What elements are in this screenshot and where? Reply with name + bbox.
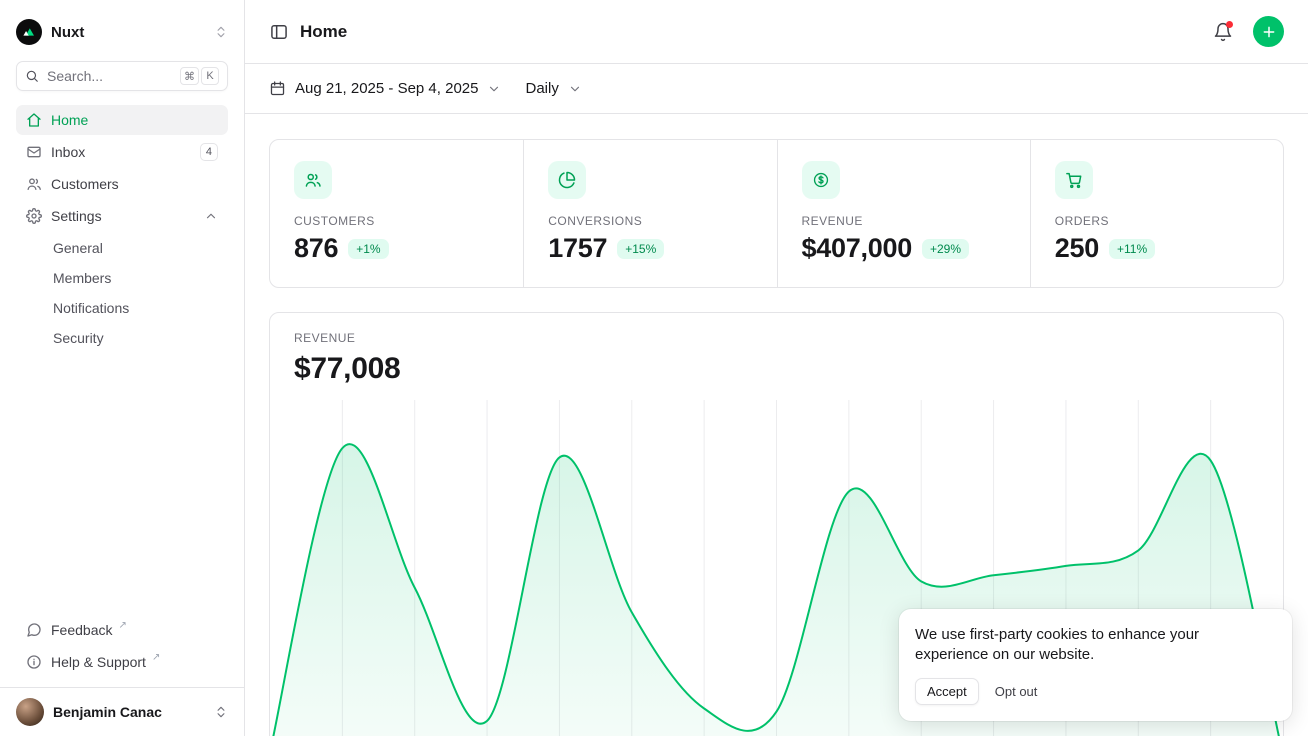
filters-toolbar: Aug 21, 2025 - Sep 4, 2025 Daily <box>245 64 1308 114</box>
sidebar-footer-links: Feedback ↗ Help & Support ↗ <box>0 615 244 687</box>
chevron-down-icon <box>487 82 501 96</box>
dollar-circle-icon <box>802 161 840 199</box>
stats-cards: CUSTOMERS 876 +1% CONVERSIONS 1757 <box>269 139 1284 288</box>
help-support-link[interactable]: Help & Support ↗ <box>16 647 228 677</box>
stat-label: ORDERS <box>1055 214 1259 228</box>
revenue-chart-label: REVENUE <box>294 331 1259 345</box>
stat-delta-badge: +15% <box>617 239 664 259</box>
stat-label: REVENUE <box>802 214 1006 228</box>
external-link-icon: ↗ <box>152 652 160 663</box>
kbd-k: K <box>201 67 219 85</box>
stat-card-customers[interactable]: CUSTOMERS 876 +1% <box>270 140 523 287</box>
sidebar-item-inbox[interactable]: Inbox 4 <box>16 137 228 167</box>
add-button[interactable] <box>1253 16 1284 47</box>
home-icon <box>26 112 42 128</box>
search-input[interactable]: Search... ⌘ K <box>16 61 228 91</box>
sidebar-item-home[interactable]: Home <box>16 105 228 135</box>
page-title: Home <box>300 22 347 42</box>
stat-label: CONVERSIONS <box>548 214 752 228</box>
stat-value: 250 <box>1055 233 1099 264</box>
stat-delta-badge: +11% <box>1109 239 1155 259</box>
granularity-value: Daily <box>525 80 558 97</box>
stat-delta-badge: +29% <box>922 239 969 259</box>
calendar-icon <box>269 80 286 97</box>
sidebar-subitem-notifications[interactable]: Notifications <box>16 293 139 323</box>
sidebar-subitem-members[interactable]: Members <box>16 263 121 293</box>
sidebar-item-settings[interactable]: Settings <box>16 201 228 231</box>
inbox-count-badge: 4 <box>200 143 218 161</box>
cookie-actions: Accept Opt out <box>915 678 1276 705</box>
info-icon <box>26 654 42 670</box>
feedback-link[interactable]: Feedback ↗ <box>16 615 228 645</box>
sidebar-subitem-general[interactable]: General <box>16 233 113 263</box>
stat-value: $407,000 <box>802 233 912 264</box>
granularity-select[interactable]: Daily <box>525 80 581 97</box>
sidebar-item-label: Home <box>51 112 88 128</box>
sidebar: Nuxt Search... ⌘ K <box>0 0 245 736</box>
help-support-label: Help & Support <box>51 654 146 670</box>
stat-delta-badge: +1% <box>348 239 388 259</box>
gear-icon <box>26 208 42 224</box>
notification-dot <box>1226 21 1233 28</box>
sidebar-item-label: Inbox <box>51 144 85 160</box>
stat-card-orders[interactable]: ORDERS 250 +11% <box>1030 140 1283 287</box>
unfold-icon <box>214 705 228 719</box>
nuxt-logo-icon <box>16 19 42 45</box>
revenue-chart-value: $77,008 <box>294 352 1259 386</box>
search-placeholder: Search... <box>47 68 172 84</box>
date-range-picker[interactable]: Aug 21, 2025 - Sep 4, 2025 <box>269 80 501 97</box>
unfold-icon <box>214 25 228 39</box>
sidebar-spacer <box>0 353 244 615</box>
feedback-label: Feedback <box>51 622 112 638</box>
workspace-name: Nuxt <box>51 24 84 41</box>
search-icon <box>25 69 39 83</box>
sidebar-header: Nuxt <box>0 16 244 48</box>
sidebar-nav: Home Inbox 4 Customers <box>0 105 244 353</box>
workspace-switcher-button[interactable] <box>214 25 228 39</box>
plus-icon <box>1261 24 1277 40</box>
chat-bubble-icon <box>26 622 42 638</box>
cookie-message: We use first-party cookies to enhance yo… <box>915 625 1276 666</box>
users-icon <box>294 161 332 199</box>
shopping-cart-icon <box>1055 161 1093 199</box>
stat-value: 1757 <box>548 233 607 264</box>
inbox-icon <box>26 144 42 160</box>
user-menu-button[interactable]: Benjamin Canac <box>0 687 244 736</box>
stat-card-revenue[interactable]: REVENUE $407,000 +29% <box>777 140 1030 287</box>
revenue-chart-header: REVENUE $77,008 <box>270 313 1283 400</box>
kbd-command: ⌘ <box>180 67 199 85</box>
page-header: Home <box>245 0 1308 64</box>
optout-cookies-button[interactable]: Opt out <box>989 679 1044 704</box>
avatar <box>16 698 44 726</box>
stat-card-conversions[interactable]: CONVERSIONS 1757 +15% <box>523 140 776 287</box>
accept-cookies-button[interactable]: Accept <box>915 678 979 705</box>
external-link-icon: ↗ <box>118 620 126 631</box>
sidebar-subitem-security[interactable]: Security <box>16 323 114 353</box>
search-shortcut: ⌘ K <box>180 67 219 85</box>
sidebar-item-label: Customers <box>51 176 119 192</box>
stat-value: 876 <box>294 233 338 264</box>
chevron-down-icon <box>568 82 582 96</box>
settings-subnav: General Members Notifications Security <box>16 233 228 353</box>
notifications-button[interactable] <box>1213 22 1233 42</box>
chevron-up-icon <box>204 209 218 223</box>
header-actions <box>1213 16 1284 47</box>
panel-left-icon <box>269 22 289 42</box>
users-icon <box>26 176 42 192</box>
sidebar-item-label: Settings <box>51 208 102 224</box>
cookie-consent-toast: We use first-party cookies to enhance yo… <box>899 609 1292 721</box>
sidebar-item-customers[interactable]: Customers <box>16 169 228 199</box>
date-range-value: Aug 21, 2025 - Sep 4, 2025 <box>295 80 478 97</box>
stat-label: CUSTOMERS <box>294 214 499 228</box>
pie-chart-icon <box>548 161 586 199</box>
sidebar-toggle-button[interactable] <box>269 22 289 42</box>
user-name: Benjamin Canac <box>53 704 162 720</box>
